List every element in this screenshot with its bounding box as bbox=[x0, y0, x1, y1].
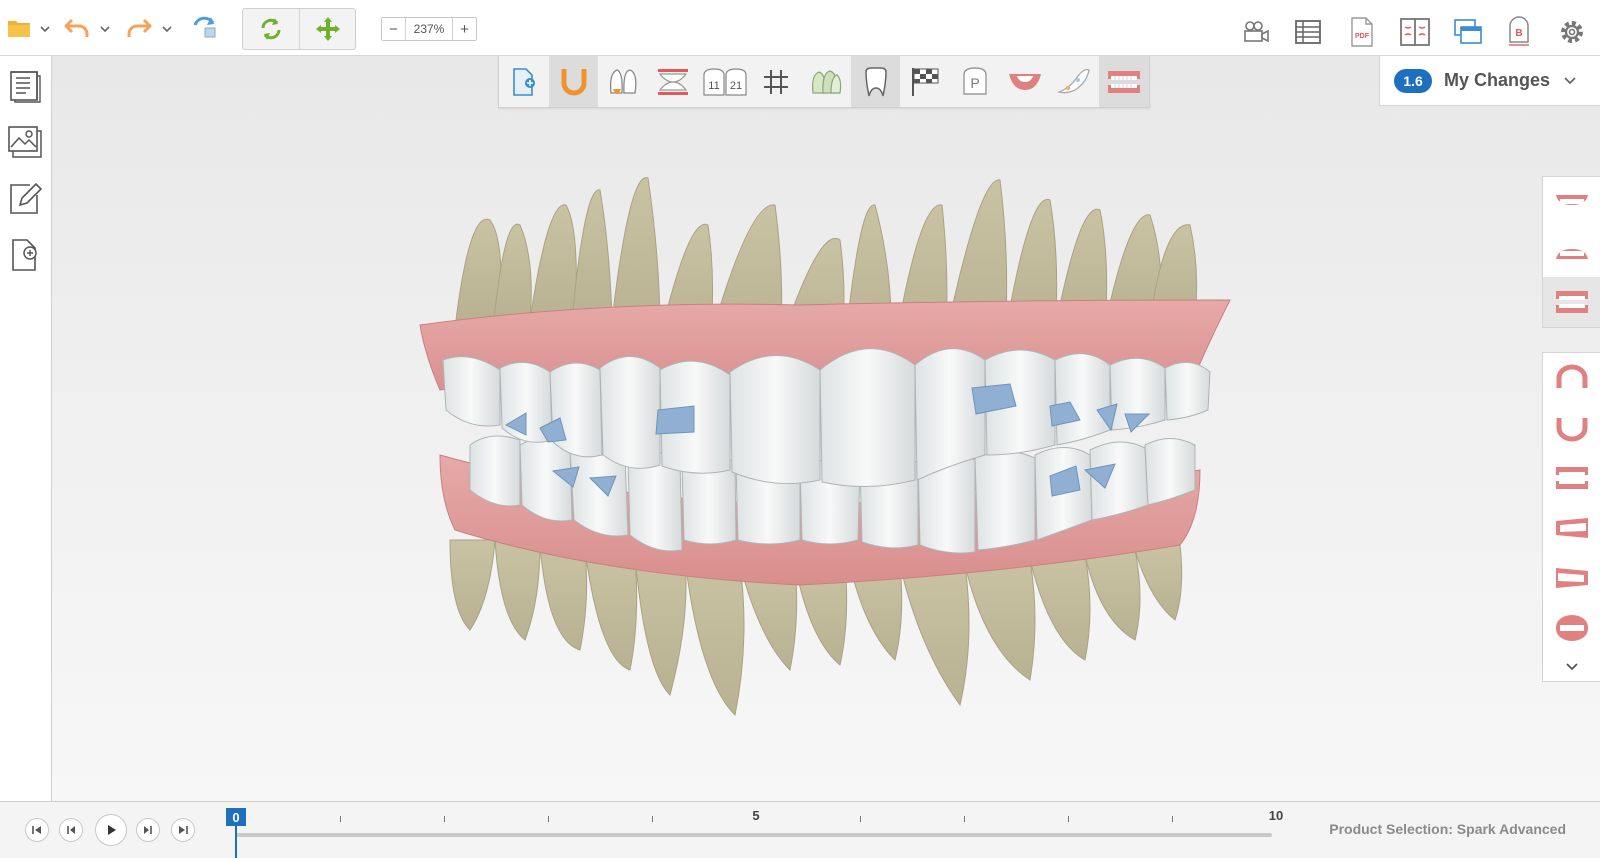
reset-view-icon[interactable] bbox=[190, 8, 222, 48]
zoom-value[interactable]: 237% bbox=[405, 18, 453, 40]
back-view-icon[interactable] bbox=[1543, 603, 1600, 653]
svg-text:PDF: PDF bbox=[1355, 33, 1370, 40]
timeline-tick bbox=[1068, 816, 1069, 822]
timeline-tick bbox=[1172, 816, 1173, 822]
pdf-icon[interactable]: PDF bbox=[1346, 16, 1378, 48]
previous-stage-button[interactable] bbox=[59, 818, 83, 842]
redo-dropdown-chevron-icon[interactable] bbox=[160, 22, 174, 36]
add-document-icon[interactable] bbox=[6, 234, 44, 274]
first-stage-button[interactable] bbox=[25, 818, 49, 842]
zoom-in-button[interactable]: + bbox=[453, 18, 476, 40]
tooth-numbering-icon[interactable]: 11 21 bbox=[698, 56, 752, 107]
changes-dropdown[interactable]: 1.6 My Changes bbox=[1379, 56, 1600, 106]
stage-label-10: 10 bbox=[1268, 808, 1284, 823]
bolton-icon[interactable]: B bbox=[1503, 16, 1535, 48]
current-stage-marker[interactable]: 0 bbox=[226, 808, 246, 826]
timeline-tick bbox=[964, 816, 965, 822]
timeline-tick bbox=[548, 816, 549, 822]
refresh-icon[interactable] bbox=[243, 9, 299, 49]
tooth-icon[interactable] bbox=[850, 56, 901, 107]
cutout-icon[interactable] bbox=[1050, 56, 1100, 107]
3d-viewport[interactable] bbox=[52, 56, 1600, 801]
edit-icon[interactable] bbox=[6, 178, 44, 218]
timeline-tick bbox=[860, 816, 861, 822]
chevron-down-icon[interactable] bbox=[1543, 653, 1600, 681]
undo-dropdown-chevron-icon[interactable] bbox=[98, 22, 112, 36]
timeline-tick bbox=[340, 816, 341, 822]
zoom-out-button[interactable]: − bbox=[382, 18, 405, 40]
table-icon[interactable] bbox=[1292, 16, 1324, 48]
full-arch-icon[interactable] bbox=[1099, 56, 1149, 107]
folder-dropdown-chevron-icon[interactable] bbox=[38, 22, 52, 36]
chevron-down-icon[interactable] bbox=[1564, 72, 1576, 90]
move-icon[interactable] bbox=[299, 9, 355, 49]
timeline-tick bbox=[444, 816, 445, 822]
lower-jaw-view-icon[interactable] bbox=[1543, 227, 1600, 277]
upper-jaw-view-icon[interactable] bbox=[1543, 177, 1600, 227]
open-folder-icon[interactable] bbox=[6, 8, 34, 48]
right-view-icon[interactable] bbox=[1543, 503, 1600, 553]
svg-text:P: P bbox=[970, 75, 979, 91]
superimpose-icon[interactable] bbox=[801, 56, 851, 107]
top-toolbar: − 237% + PDF B bbox=[0, 0, 1600, 56]
svg-text:21: 21 bbox=[729, 80, 741, 92]
both-jaws-view-icon[interactable] bbox=[1543, 277, 1600, 327]
pontic-icon[interactable]: P bbox=[950, 56, 1000, 107]
root-icon[interactable] bbox=[598, 56, 648, 107]
zoom-control: − 237% + bbox=[381, 17, 477, 41]
last-stage-button[interactable] bbox=[171, 818, 195, 842]
windows-icon[interactable] bbox=[1452, 16, 1484, 48]
arch-icon[interactable] bbox=[548, 56, 599, 107]
undo-icon[interactable] bbox=[62, 8, 92, 48]
product-selection-label: Product Selection: Spark Advanced bbox=[1329, 821, 1566, 837]
stage-indicator-line bbox=[235, 826, 237, 858]
upper-occlusal-view-icon[interactable] bbox=[1543, 353, 1600, 403]
tool-tray: 11 21 P bbox=[498, 56, 1150, 108]
jaw-visibility-panel bbox=[1542, 176, 1600, 328]
add-model-icon[interactable] bbox=[499, 56, 549, 107]
front-view-icon[interactable] bbox=[1543, 453, 1600, 503]
gingiva-icon[interactable] bbox=[1000, 56, 1050, 107]
left-view-icon[interactable] bbox=[1543, 553, 1600, 603]
svg-text:B: B bbox=[1515, 28, 1522, 39]
left-sidebar bbox=[0, 56, 52, 801]
changes-title: My Changes bbox=[1444, 70, 1551, 90]
camera-view-panel bbox=[1542, 352, 1600, 682]
notes-icon[interactable] bbox=[6, 66, 44, 106]
split-view-icon[interactable] bbox=[1399, 16, 1431, 48]
timeline-tick bbox=[652, 816, 653, 822]
redo-icon[interactable] bbox=[124, 8, 154, 48]
gear-icon[interactable] bbox=[1556, 16, 1588, 48]
play-button[interactable] bbox=[95, 814, 127, 846]
version-badge: 1.6 bbox=[1394, 68, 1432, 93]
lower-occlusal-view-icon[interactable] bbox=[1543, 403, 1600, 453]
svg-text:11: 11 bbox=[708, 80, 719, 92]
video-camera-icon[interactable] bbox=[1240, 16, 1272, 48]
finish-flag-icon[interactable] bbox=[900, 56, 950, 107]
dental-model[interactable] bbox=[52, 56, 1600, 801]
view-action-group bbox=[242, 8, 356, 50]
grid-icon[interactable] bbox=[751, 56, 801, 107]
next-stage-button[interactable] bbox=[136, 818, 160, 842]
images-icon[interactable] bbox=[6, 122, 44, 162]
occlusion-icon[interactable] bbox=[648, 56, 698, 107]
stage-label-5: 5 bbox=[752, 808, 760, 823]
timeline-track[interactable] bbox=[236, 833, 1272, 837]
